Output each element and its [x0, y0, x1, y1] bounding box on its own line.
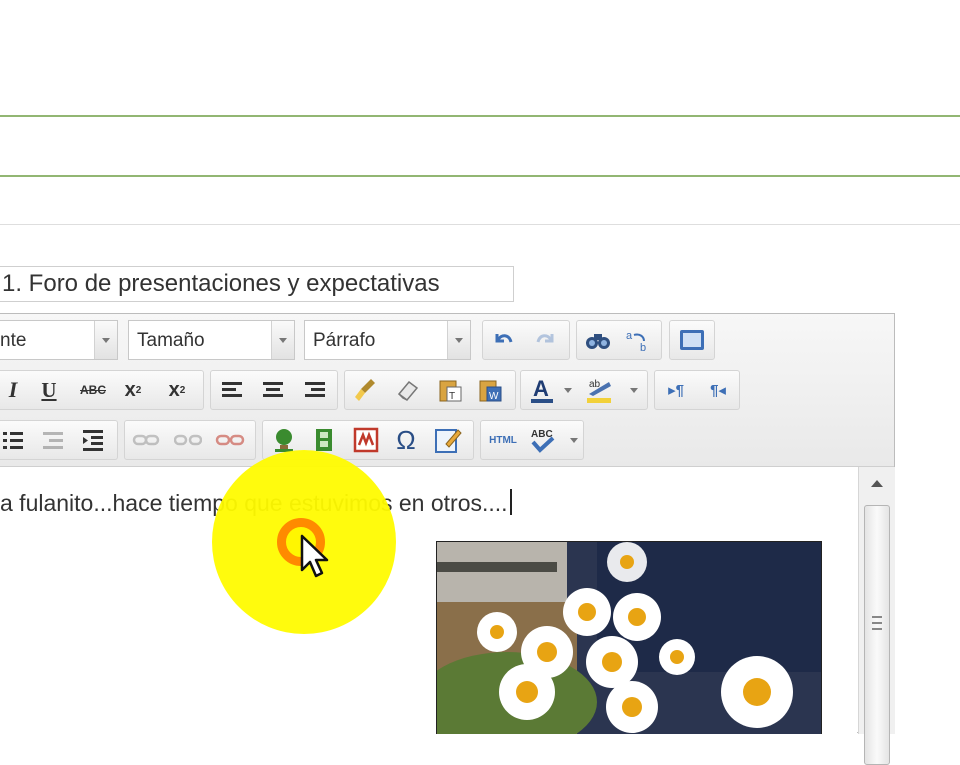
- font-size-select[interactable]: Tamaño: [128, 320, 295, 360]
- list-group: [0, 420, 118, 460]
- search-group: ab: [576, 320, 662, 360]
- fullscreen-icon[interactable]: [675, 323, 709, 357]
- svg-text:b: b: [640, 342, 646, 353]
- color-group: A ab: [520, 370, 648, 410]
- eraser-icon[interactable]: [391, 373, 425, 407]
- editor-scrollbar[interactable]: [858, 467, 895, 765]
- redo-icon[interactable]: [529, 323, 563, 357]
- unlink-icon[interactable]: [171, 423, 205, 457]
- text-style-group: I U ABC x2 x2: [0, 370, 204, 410]
- cleanup-icon[interactable]: [349, 373, 383, 407]
- bullet-list-icon[interactable]: [0, 423, 30, 457]
- chevron-down-icon[interactable]: [627, 373, 641, 407]
- underline-icon[interactable]: U: [32, 373, 66, 407]
- superscript-label: x: [168, 378, 180, 401]
- numbered-list-icon[interactable]: [36, 423, 70, 457]
- alignment-group: [210, 370, 338, 410]
- chevron-down-icon[interactable]: [567, 423, 581, 457]
- text-caret: [509, 489, 512, 515]
- clipboard-group: T W: [344, 370, 516, 410]
- svg-text:A: A: [533, 376, 549, 401]
- mouse-pointer-icon: [300, 534, 332, 585]
- chevron-down-icon[interactable]: [561, 373, 575, 407]
- chevron-down-icon[interactable]: [447, 321, 470, 359]
- strikethrough-icon[interactable]: ABC: [76, 373, 110, 407]
- html-icon[interactable]: HTML: [483, 423, 523, 457]
- rich-text-editor: nte Tamaño Párrafo ab I U ABC x 2 x 2 T …: [0, 313, 895, 765]
- form-divider-middle: [0, 175, 960, 177]
- form-divider-top: [0, 115, 960, 117]
- font-size-label: Tamaño: [137, 330, 205, 351]
- italic-icon[interactable]: I: [0, 373, 30, 407]
- chevron-down-icon[interactable]: [94, 321, 117, 359]
- form-divider-bottom: [0, 224, 960, 225]
- subscript-icon[interactable]: x2: [116, 373, 150, 407]
- svg-text:ABC: ABC: [531, 429, 553, 440]
- history-group: [482, 320, 570, 360]
- align-right-icon[interactable]: [298, 373, 332, 407]
- rtl-icon[interactable]: ¶◂: [701, 373, 735, 407]
- format-select[interactable]: Párrafo: [304, 320, 471, 360]
- omega-label: Ω: [396, 424, 416, 455]
- svg-text:T: T: [449, 391, 455, 402]
- align-center-icon[interactable]: [256, 373, 290, 407]
- html-label: HTML: [489, 434, 517, 446]
- paste-word-icon[interactable]: W: [473, 373, 507, 407]
- undo-icon[interactable]: [486, 323, 520, 357]
- scroll-up-arrow-icon[interactable]: [859, 467, 895, 501]
- format-label: Párrafo: [313, 330, 376, 351]
- replace-icon[interactable]: ab: [623, 323, 657, 357]
- align-left-icon[interactable]: [215, 373, 249, 407]
- chevron-down-icon[interactable]: [271, 321, 294, 359]
- grip-icon: [872, 616, 882, 630]
- scroll-thumb[interactable]: [864, 505, 890, 765]
- outdent-icon[interactable]: [76, 423, 110, 457]
- font-family-select[interactable]: nte: [0, 320, 118, 360]
- link-group: [124, 420, 256, 460]
- special-char-icon[interactable]: Ω: [389, 423, 423, 457]
- link-icon[interactable]: [129, 423, 163, 457]
- subscript-label: x: [124, 378, 136, 401]
- editor-content-area[interactable]: a fulanito...hace tiempo que estuvimos e…: [0, 467, 857, 734]
- subject-input[interactable]: 1. Foro de presentaciones y expectativas: [0, 266, 514, 302]
- daisies-photo[interactable]: [436, 541, 822, 734]
- svg-text:a: a: [626, 330, 633, 342]
- find-icon[interactable]: [581, 323, 615, 357]
- svg-text:W: W: [489, 391, 499, 402]
- spellcheck-icon[interactable]: ABC: [525, 423, 559, 457]
- emoticon-icon[interactable]: [349, 423, 383, 457]
- font-family-label: nte: [0, 330, 27, 351]
- ltr-icon[interactable]: ▸¶: [659, 373, 693, 407]
- direction-group: ▸¶ ¶◂: [654, 370, 740, 410]
- editor-toolbar: nte Tamaño Párrafo ab I U ABC x 2 x 2 T …: [0, 314, 894, 467]
- paste-text-icon[interactable]: T: [433, 373, 467, 407]
- superscript-icon[interactable]: x2: [160, 373, 194, 407]
- edit-icon[interactable]: [431, 423, 465, 457]
- view-group: [669, 320, 715, 360]
- anchor-icon[interactable]: [213, 423, 247, 457]
- strikethrough-label: ABC: [80, 383, 106, 397]
- highlight-color-icon[interactable]: ab: [583, 373, 617, 407]
- text-color-icon[interactable]: A: [525, 373, 559, 407]
- tools-group: HTML ABC: [480, 420, 584, 460]
